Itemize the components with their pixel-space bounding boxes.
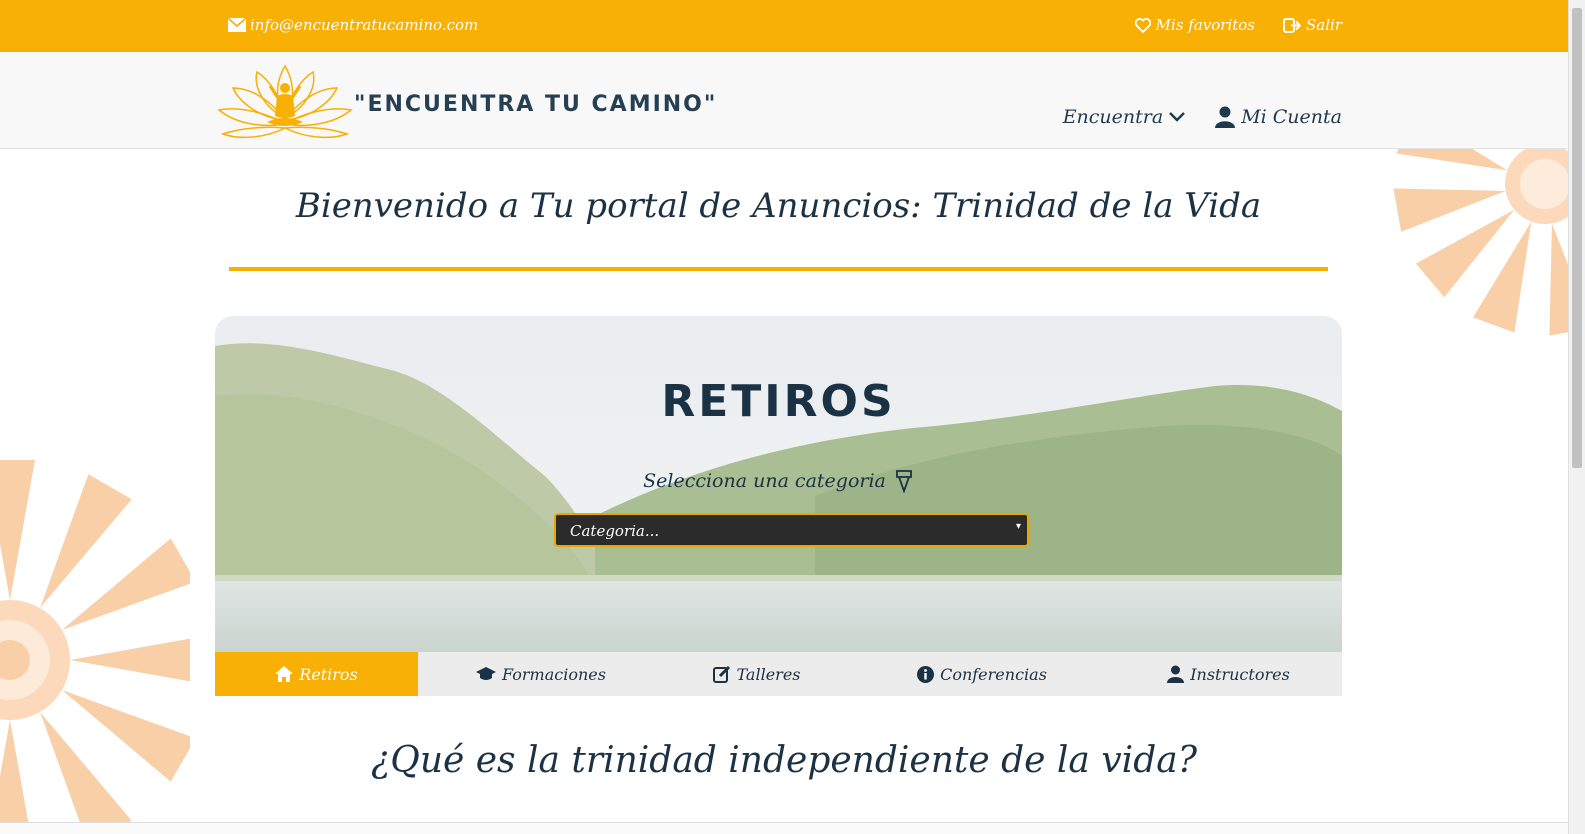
favorites-link[interactable]: Mis favoritos [1134,16,1256,34]
email-text: info@encuentratucamino.com [250,16,479,34]
hero-subtitle-text: Selecciona una categoria [643,470,886,492]
account-label: Mi Cuenta [1241,106,1342,128]
mandala-decoration-right [1393,149,1568,336]
select-arrow-icon: ▾ [1015,521,1021,532]
page-bottom-edge [0,822,1568,834]
favorites-label: Mis favoritos [1155,16,1256,34]
home-icon [275,666,294,682]
top-bar: info@encuentratucamino.com Mis favoritos… [0,0,1568,52]
email-link[interactable]: info@encuentratucamino.com [228,16,478,34]
hero-banner: RETIROS Selecciona una categoria Categor… [215,316,1342,652]
category-select[interactable]: Categoria... ▾ [554,513,1029,547]
tab-retiros-label: Retiros [299,664,358,684]
scrollbar-thumb[interactable] [1572,8,1582,468]
heart-icon [1134,17,1151,33]
tab-conferencias-label: Conferencias [940,664,1047,684]
tab-talleres[interactable]: Talleres [664,652,849,696]
tab-talleres-label: Talleres [736,664,801,684]
page-scrollbar[interactable] [1568,0,1585,834]
tab-retiros[interactable]: Retiros [215,652,418,696]
tab-instructores[interactable]: Instructores [1115,652,1342,696]
encuentra-dropdown[interactable]: Encuentra [1063,106,1186,128]
info-icon [917,665,935,683]
account-link[interactable]: Mi Cuenta [1215,106,1342,128]
lotus-yoga-logo[interactable] [215,58,355,142]
user-icon [1215,106,1236,128]
tab-instructores-label: Instructores [1190,664,1290,684]
envelope-icon [228,18,246,32]
category-select-value: Categoria... [570,522,660,540]
tab-conferencias[interactable]: Conferencias [849,652,1115,696]
category-tabs: Retiros Formaciones Talleres Conferencia… [215,652,1342,696]
user-icon [1167,665,1185,683]
logout-link[interactable]: Salir [1283,16,1342,34]
hero-subtitle: Selecciona una categoria [215,469,1342,493]
welcome-heading: Bienvenido a Tu portal de Anuncios: Trin… [295,186,1262,226]
heading-divider [229,267,1328,271]
edit-icon [712,665,730,683]
chevron-down-icon [1169,112,1186,122]
tab-formaciones[interactable]: Formaciones [418,652,664,696]
brand-name[interactable]: "ENCUENTRA TU CAMINO" [354,92,717,117]
tab-formaciones-label: Formaciones [502,664,606,684]
graduation-cap-icon [476,667,497,680]
section-heading: ¿Qué es la trinidad independiente de la … [371,740,1197,781]
navbar: "ENCUENTRA TU CAMINO" Encuentra Mi Cuent… [0,52,1568,149]
hand-pointer-icon [895,470,912,493]
encuentra-label: Encuentra [1062,106,1164,128]
sign-out-icon [1283,17,1302,33]
hero-title: RETIROS [661,376,896,427]
logout-label: Salir [1306,16,1342,34]
